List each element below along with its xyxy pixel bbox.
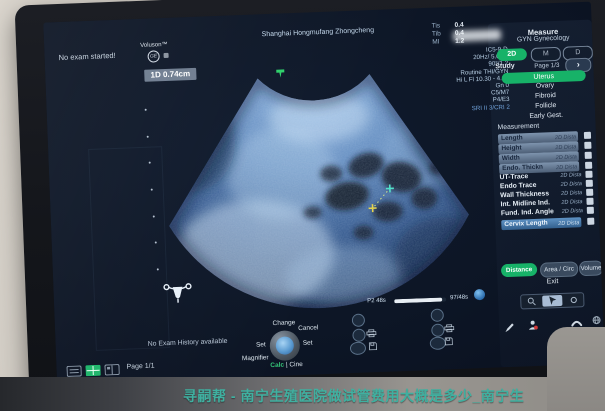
volume-button[interactable]: Volume <box>579 260 604 276</box>
checkbox[interactable] <box>587 218 594 225</box>
trackball-hint-cancel: Cancel <box>298 324 318 332</box>
p-button[interactable] <box>352 329 365 342</box>
measure-row-cervix-length-selected[interactable]: Cervix Length 2D Dista <box>501 217 581 230</box>
pointer-mode-toggle[interactable] <box>520 292 585 309</box>
depth-marker <box>145 109 147 111</box>
probe-orientation-marker-icon <box>274 68 286 78</box>
patient-icon[interactable] <box>528 320 538 330</box>
pencil-annotate-icon[interactable] <box>505 323 514 332</box>
cine-label: Cine <box>289 361 303 369</box>
circle-mode-icon[interactable] <box>563 293 583 307</box>
trackball-hint-set-right: Set <box>303 340 313 347</box>
row-tag: 2D Dista <box>551 208 583 215</box>
empty-image-slot <box>88 146 170 351</box>
checkbox[interactable] <box>584 142 591 149</box>
brand-label: Voluson™ <box>140 42 168 49</box>
depth-marker <box>157 268 159 270</box>
p-button[interactable] <box>431 308 444 321</box>
magnifier-mode-icon[interactable] <box>521 295 541 309</box>
trackball-hint-set-left: Set <box>242 341 266 349</box>
cine-left-label: P2 48s <box>367 298 386 305</box>
p-button[interactable] <box>431 323 444 336</box>
depth-marker <box>155 241 157 243</box>
printer-icon <box>444 324 454 332</box>
layout-quad-icon-active[interactable] <box>85 365 100 377</box>
hospital-name: Shanghai Hongmufang Zhongcheng <box>237 26 399 39</box>
cursor-mode-icon-active[interactable] <box>542 295 562 307</box>
area-circ-button[interactable]: Area / Circ <box>540 261 579 277</box>
calc-label: Calc <box>270 362 284 370</box>
checkbox[interactable] <box>586 180 593 187</box>
phone-icon[interactable] <box>571 319 582 326</box>
checkbox[interactable] <box>586 189 593 196</box>
row-tag: 2D Dista <box>550 190 582 197</box>
save-disk-icon <box>445 337 453 345</box>
chevron-right-icon: › <box>577 59 580 69</box>
row-tag: 2D Dista <box>558 218 579 229</box>
ultrasound-image <box>157 56 478 320</box>
save-disk-icon <box>369 342 377 350</box>
checkbox[interactable] <box>585 152 592 159</box>
checkbox[interactable] <box>584 132 591 139</box>
ge-logo-icon: GE <box>147 50 159 62</box>
tab-m[interactable]: M <box>531 47 562 62</box>
distance-button[interactable]: Distance <box>501 263 537 277</box>
measure-row-endo-trace[interactable]: Endo Trace <box>500 182 537 190</box>
ultrasound-screen: No exam started! Voluson™ GE 1D 0.74cm S… <box>43 2 604 385</box>
video-watermark: 寻嗣帮 - 南宁生殖医院做试管费用大概是多少_南宁生 <box>183 386 524 406</box>
p-button[interactable] <box>350 342 366 356</box>
ti-label: Tib <box>432 30 441 37</box>
no-exam-status: No exam started! <box>58 51 115 62</box>
globe-icon[interactable] <box>592 315 601 324</box>
depth-marker <box>153 216 155 218</box>
row-tag: 2D Dista <box>550 181 582 188</box>
divider: | <box>286 362 288 369</box>
layout-single-icon[interactable] <box>66 365 81 377</box>
layout-split-icon[interactable] <box>104 364 119 376</box>
depth-marker <box>151 189 153 191</box>
study-label: Study <box>495 63 515 71</box>
depth-marker <box>149 162 151 164</box>
p-button[interactable] <box>352 314 365 327</box>
tab-2d[interactable]: 2D <box>497 48 527 61</box>
checkbox[interactable] <box>586 198 593 205</box>
cine-right-label: 97/48s <box>450 295 468 302</box>
cine-play-button[interactable] <box>474 289 485 300</box>
p-button[interactable] <box>430 336 446 350</box>
status-chip-icon <box>164 53 169 58</box>
desk-corner <box>547 327 605 411</box>
page-indicator: Page 1/1 <box>126 363 154 371</box>
checkbox[interactable] <box>587 207 594 214</box>
trackball-hint-calc-cine: Calc | Cine <box>259 361 313 370</box>
ti-label: Tis <box>432 22 441 29</box>
row-tag: 2D Dista <box>550 199 582 206</box>
depth-marker <box>147 136 149 138</box>
ti-label: MI <box>432 38 439 45</box>
measure-row-ut-trace[interactable]: UT-Trace <box>499 173 528 181</box>
row-label: Cervix Length <box>504 218 548 230</box>
uterus-bodymark-icon <box>162 279 193 306</box>
checkbox[interactable] <box>585 162 592 169</box>
study-page-indicator: Page 1/3 <box>534 62 559 70</box>
checkbox[interactable] <box>585 171 592 178</box>
photo-of-ultrasound-monitor: No exam started! Voluson™ GE 1D 0.74cm S… <box>0 0 605 411</box>
redacted-datetime-blur <box>453 29 501 42</box>
row-tag: 2D Dista <box>549 172 581 179</box>
printer-icon <box>366 329 376 337</box>
